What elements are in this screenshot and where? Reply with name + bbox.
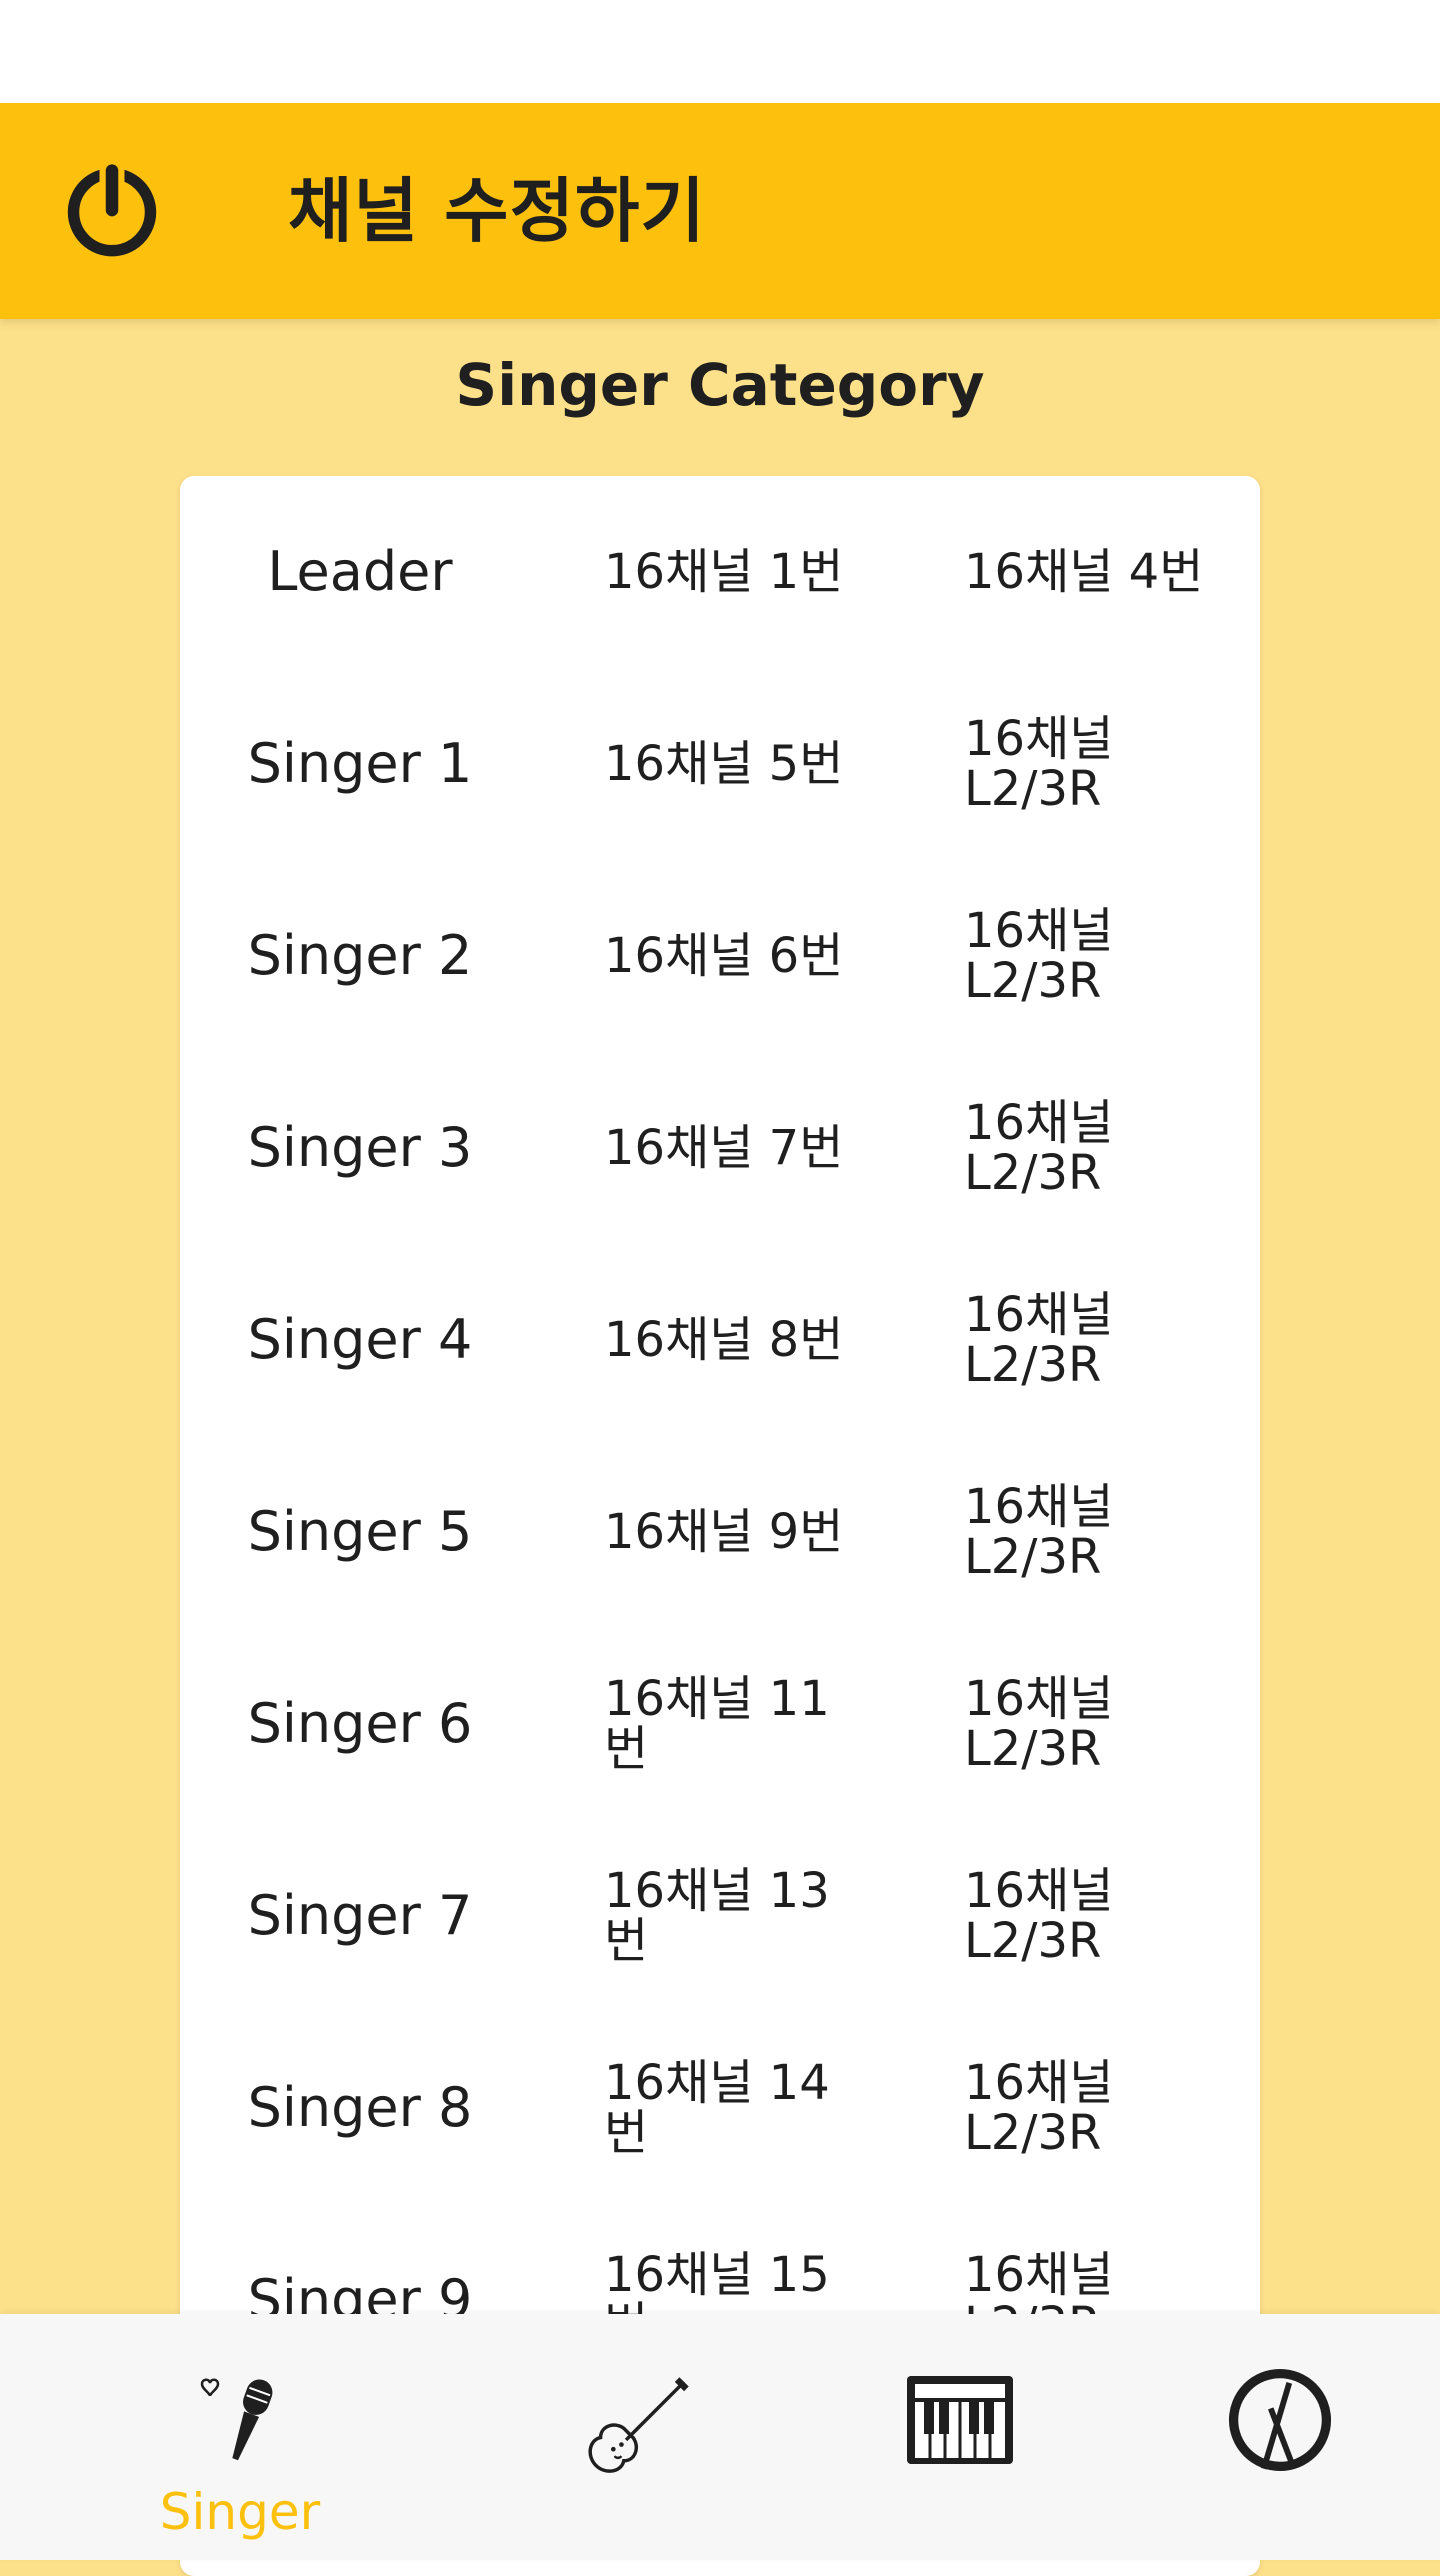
member-name: Singer 2	[247, 924, 473, 987]
member-name: Leader	[267, 540, 453, 603]
channel-row-singer-6[interactable]: Singer 6 16채널 11번 16채널 L2/3R	[180, 1628, 1260, 1820]
channel-row-singer-4[interactable]: Singer 4 16채널 8번 16채널 L2/3R	[180, 1244, 1260, 1436]
channel-list-card: Leader 16채널 1번 16채널 4번 Singer 1 16채널 5번 …	[180, 476, 1260, 2576]
drum-icon	[1228, 2368, 1332, 2472]
microphone-icon	[200, 2378, 273, 2461]
primary-channel: 16채널 5번	[604, 736, 844, 792]
status-bar	[0, 0, 1440, 103]
member-name: Singer 6	[247, 1692, 473, 1755]
secondary-channel: 16채널 L2/3R	[964, 1095, 1114, 1201]
section-title: Singer Category	[455, 351, 985, 419]
secondary-channel: 16채널 L2/3R	[964, 1479, 1114, 1585]
guitar-icon	[588, 2377, 689, 2473]
piano-keyboard-icon	[907, 2376, 1013, 2464]
primary-channel: 16채널 14번	[604, 2055, 830, 2161]
primary-channel: 16채널 11번	[604, 1671, 830, 1777]
bottom-navigation: Singer	[0, 2314, 1440, 2560]
app-bar: 채널 수정하기	[0, 103, 1440, 319]
secondary-channel: 16채널 L2/3R	[964, 1287, 1114, 1393]
member-name: Singer 5	[247, 1500, 473, 1563]
channel-row-singer-2[interactable]: Singer 2 16채널 6번 16채널 L2/3R	[180, 860, 1260, 1052]
secondary-channel: 16채널 L2/3R	[964, 711, 1114, 817]
secondary-channel: 16채널 L2/3R	[964, 1671, 1114, 1777]
secondary-channel: 16채널 L2/3R	[964, 903, 1114, 1009]
channel-row-singer-7[interactable]: Singer 7 16채널 13번 16채널 L2/3R	[180, 1820, 1260, 2012]
primary-channel: 16채널 13번	[604, 1863, 830, 1969]
secondary-channel: 16채널 4번	[964, 544, 1204, 600]
secondary-channel: 16채널 L2/3R	[964, 2055, 1114, 2161]
nav-tab-drum[interactable]	[1100, 2314, 1440, 2560]
channel-row-leader[interactable]: Leader 16채널 1번 16채널 4번	[180, 476, 1260, 668]
channel-row-singer-1[interactable]: Singer 1 16채널 5번 16채널 L2/3R	[180, 668, 1260, 860]
nav-tab-singer[interactable]: Singer	[60, 2314, 420, 2560]
primary-channel: 16채널 8번	[604, 1312, 844, 1368]
nav-label-singer: Singer	[159, 2483, 321, 2541]
member-name: Singer 4	[247, 1308, 473, 1371]
member-name: Singer 7	[247, 1884, 473, 1947]
nav-tab-guitar[interactable]	[460, 2314, 820, 2560]
power-icon	[67, 164, 157, 257]
channel-row-singer-5[interactable]: Singer 5 16채널 9번 16채널 L2/3R	[180, 1436, 1260, 1628]
secondary-channel: 16채널 L2/3R	[964, 1863, 1114, 1969]
page-title: 채널 수정하기	[288, 170, 706, 252]
primary-channel: 16채널 7번	[604, 1120, 844, 1176]
channel-row-singer-3[interactable]: Singer 3 16채널 7번 16채널 L2/3R	[180, 1052, 1260, 1244]
member-name: Singer 1	[247, 732, 473, 795]
member-name: Singer 8	[247, 2076, 473, 2139]
primary-channel: 16채널 9번	[604, 1504, 844, 1560]
member-name: Singer 3	[247, 1116, 473, 1179]
channel-row-singer-8[interactable]: Singer 8 16채널 14번 16채널 L2/3R	[180, 2012, 1260, 2204]
primary-channel: 16채널 6번	[604, 928, 844, 984]
primary-channel: 16채널 1번	[604, 544, 844, 600]
power-button[interactable]	[60, 153, 164, 263]
nav-tab-keyboard[interactable]	[780, 2314, 1140, 2560]
